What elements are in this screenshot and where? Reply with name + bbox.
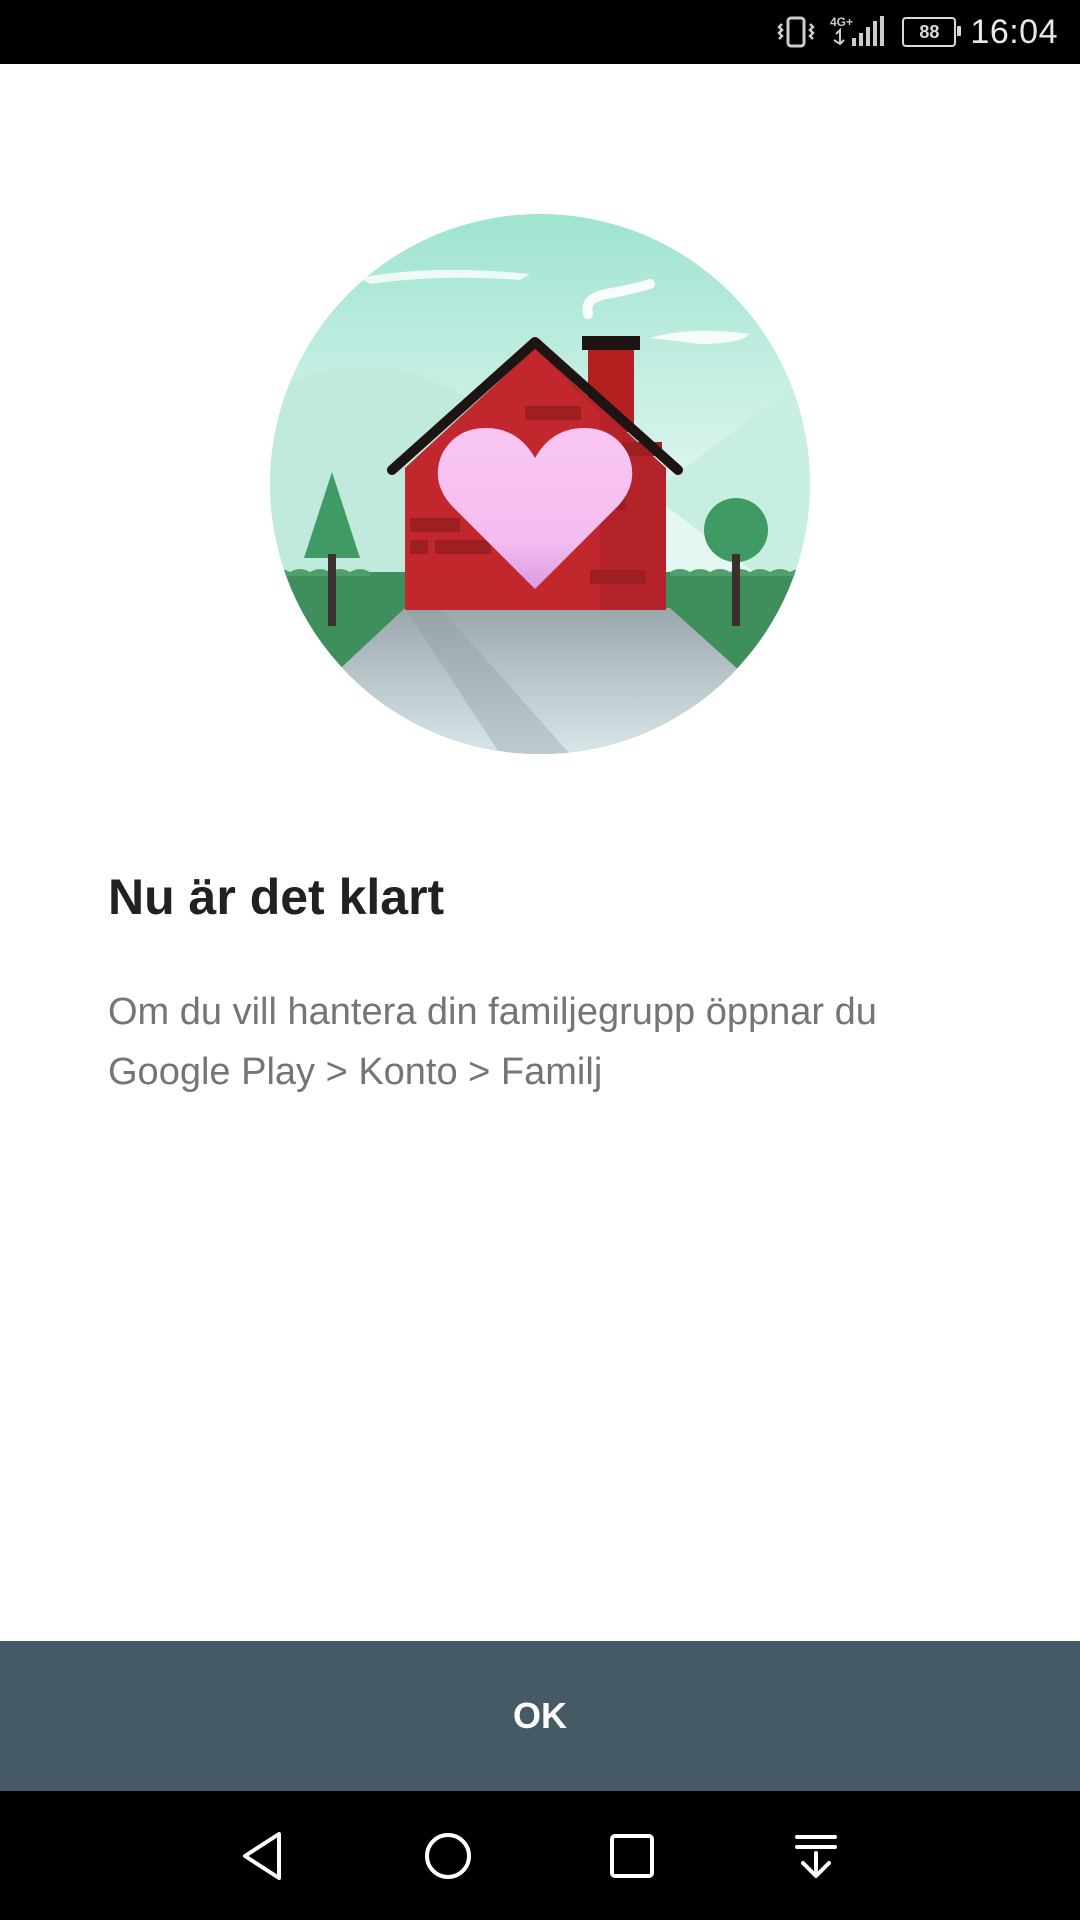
svg-text:4G+: 4G+: [830, 15, 853, 29]
notification-pull-icon[interactable]: [756, 1791, 876, 1920]
instruction-text: Om du vill hantera din familjegrupp öppn…: [108, 991, 877, 1093]
signal-icon: 4G+: [830, 14, 888, 50]
home-icon[interactable]: [388, 1791, 508, 1920]
navigation-bar: [0, 1791, 1080, 1920]
page-title: Nu är det klart: [108, 869, 445, 925]
vibrate-icon: [776, 15, 816, 49]
ok-button[interactable]: OK: [0, 1641, 1080, 1791]
battery-icon: 88: [902, 17, 962, 47]
family-house-heart-illustration: [270, 214, 810, 754]
battery-level: 88: [919, 21, 940, 42]
status-icons: 4G+ 88 16:04: [776, 0, 1058, 64]
recents-icon[interactable]: [572, 1791, 692, 1920]
status-time: 16:04: [970, 12, 1058, 51]
back-icon[interactable]: [204, 1791, 324, 1920]
status-bar: 4G+ 88 16:04: [0, 0, 1080, 64]
